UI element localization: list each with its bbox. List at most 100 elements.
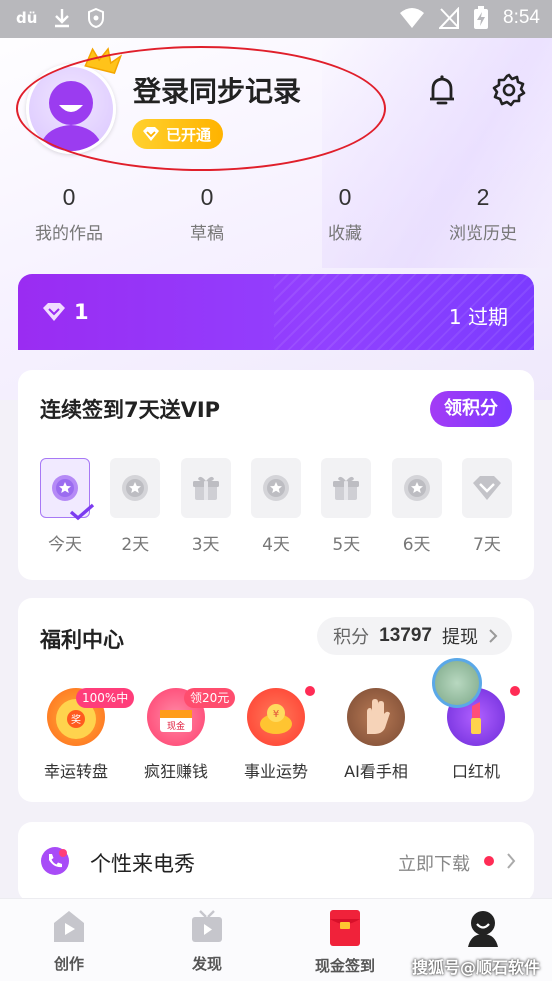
chevron-right-icon bbox=[489, 629, 498, 643]
fortune-pot-icon: ¥ bbox=[260, 704, 292, 734]
checkin-day[interactable]: 3天 bbox=[180, 458, 231, 555]
withdraw-link[interactable]: 提现 bbox=[442, 623, 478, 649]
gear-icon[interactable] bbox=[491, 72, 527, 108]
points-pill[interactable]: 积分 13797 提现 bbox=[317, 617, 512, 655]
download-icon bbox=[55, 9, 70, 28]
nav-label: 现金签到 bbox=[314, 957, 375, 975]
battery-charging-icon bbox=[474, 6, 489, 29]
star-coin-icon bbox=[403, 475, 430, 501]
gift-icon bbox=[333, 476, 360, 500]
ringtone-row[interactable]: 个性来电秀 立即下载 bbox=[18, 822, 534, 902]
stat-favorites[interactable]: 0 收藏 bbox=[276, 184, 414, 244]
welfare-item-career-fortune[interactable]: ¥ 事业运势 bbox=[228, 686, 324, 782]
checkin-card: 连续签到7天送VIP 领积分 今天 2天 3天 4天 5天 6天 7天 bbox=[18, 370, 534, 580]
welfare-item-palm-reading[interactable]: AI看手相 bbox=[328, 688, 424, 782]
checkin-day[interactable]: 7天 bbox=[461, 458, 512, 555]
app-notification-icon: dü bbox=[16, 9, 38, 27]
day-label: 3天 bbox=[191, 535, 220, 555]
stat-label: 我的作品 bbox=[35, 224, 103, 244]
checkin-day[interactable]: 今天 bbox=[40, 458, 95, 555]
nav-label: 创作 bbox=[53, 955, 84, 973]
wifi-icon bbox=[400, 8, 425, 28]
stat-value: 0 bbox=[62, 184, 76, 210]
checkin-title: 连续签到7天送VIP bbox=[40, 398, 221, 422]
welfare-card: 福利中心 积分 13797 提现 奖 100%中 幸运转盘 现金 领20元 疯狂… bbox=[18, 598, 534, 802]
vip-expired[interactable]: 1 过期 bbox=[449, 301, 508, 330]
notification-dot bbox=[510, 686, 520, 696]
stat-label: 收藏 bbox=[328, 224, 362, 244]
day-box bbox=[461, 458, 512, 518]
checkin-days: 今天 2天 3天 4天 5天 6天 7天 bbox=[40, 458, 512, 555]
stat-value: 2 bbox=[476, 184, 490, 210]
stat-works[interactable]: 0 我的作品 bbox=[0, 184, 138, 244]
item-tag: 100%中 bbox=[76, 688, 135, 708]
checkin-day[interactable]: 2天 bbox=[110, 458, 161, 555]
svg-text:现金: 现金 bbox=[167, 720, 185, 732]
day-box-today bbox=[40, 458, 95, 521]
gift-icon bbox=[192, 476, 219, 500]
vip-bar[interactable]: 1 1 过期 bbox=[18, 274, 534, 350]
day-box bbox=[321, 458, 372, 518]
phone-call-icon bbox=[41, 847, 69, 875]
clock: 8:54 bbox=[503, 7, 540, 28]
stat-label: 草稿 bbox=[190, 224, 224, 244]
welfare-item-earn-money[interactable]: 现金 领20元 疯狂赚钱 bbox=[128, 688, 236, 782]
watermark: 搜狐号@顺石软件 bbox=[411, 958, 540, 977]
item-label: 事业运势 bbox=[243, 762, 308, 781]
svg-text:奖: 奖 bbox=[71, 713, 81, 726]
star-coin-icon bbox=[262, 475, 289, 501]
notification-dot bbox=[305, 686, 315, 696]
welfare-items: 奖 100%中 幸运转盘 现金 领20元 疯狂赚钱 ¥ 事业运势 AI看手相 口… bbox=[28, 658, 524, 782]
stat-label: 浏览历史 bbox=[449, 224, 517, 244]
star-coin-icon bbox=[122, 475, 149, 501]
ringtone-title: 个性来电秀 bbox=[90, 852, 195, 876]
palm-reading-icon bbox=[347, 688, 405, 746]
profile-icon bbox=[468, 911, 498, 947]
bell-icon[interactable] bbox=[424, 72, 460, 108]
vip-count: 1 bbox=[74, 300, 89, 324]
welfare-item-lucky-wheel[interactable]: 奖 100%中 幸运转盘 bbox=[28, 688, 135, 782]
stat-history[interactable]: 2 浏览历史 bbox=[414, 184, 552, 244]
annotation-ellipse bbox=[16, 46, 386, 171]
nav-create[interactable]: 创作 bbox=[0, 899, 138, 981]
day-label: 7天 bbox=[473, 535, 501, 555]
no-signal-icon bbox=[439, 7, 460, 29]
stat-value: 0 bbox=[338, 184, 352, 210]
points-label: 积分 bbox=[333, 627, 370, 648]
item-label: 口红机 bbox=[451, 762, 500, 781]
checkin-day[interactable]: 5天 bbox=[321, 458, 372, 555]
status-bar: dü 8:54 bbox=[0, 0, 552, 38]
item-label: AI看手相 bbox=[344, 762, 408, 781]
stat-value: 0 bbox=[200, 184, 214, 210]
day-label: 5天 bbox=[332, 535, 361, 555]
day-box bbox=[110, 458, 161, 518]
chevron-right-icon bbox=[507, 853, 516, 869]
download-now-link[interactable]: 立即下载 bbox=[398, 850, 470, 876]
welfare-title: 福利中心 bbox=[40, 628, 124, 652]
checkmark-icon bbox=[69, 503, 95, 521]
nav-cash-checkin[interactable]: 现金签到 bbox=[276, 899, 414, 981]
day-label: 今天 bbox=[48, 535, 82, 555]
svg-text:¥: ¥ bbox=[273, 709, 279, 720]
diamond-icon bbox=[472, 476, 501, 500]
hand-icon bbox=[367, 699, 390, 734]
diamond-icon bbox=[43, 303, 65, 321]
nav-label: 发现 bbox=[191, 955, 222, 973]
nav-discover[interactable]: 发现 bbox=[138, 899, 276, 981]
claim-points-button[interactable]: 领积分 bbox=[430, 391, 512, 427]
day-box bbox=[250, 458, 301, 518]
red-envelope-icon bbox=[330, 910, 360, 946]
points-value: 13797 bbox=[379, 625, 432, 646]
day-box bbox=[391, 458, 442, 518]
checkin-day[interactable]: 4天 bbox=[250, 458, 301, 555]
item-label: 幸运转盘 bbox=[43, 762, 108, 781]
stats-row: 0 我的作品 0 草稿 0 收藏 2 浏览历史 bbox=[0, 184, 552, 244]
checkin-day[interactable]: 6天 bbox=[391, 458, 442, 555]
play-house-icon bbox=[54, 911, 84, 942]
welfare-item-lipstick-machine[interactable]: 口红机 bbox=[428, 658, 524, 782]
day-label: 6天 bbox=[402, 535, 431, 555]
career-fortune-icon: ¥ bbox=[247, 688, 305, 746]
stat-drafts[interactable]: 0 草稿 bbox=[138, 184, 276, 244]
day-label: 2天 bbox=[121, 535, 150, 555]
floating-avatar[interactable] bbox=[432, 658, 482, 708]
